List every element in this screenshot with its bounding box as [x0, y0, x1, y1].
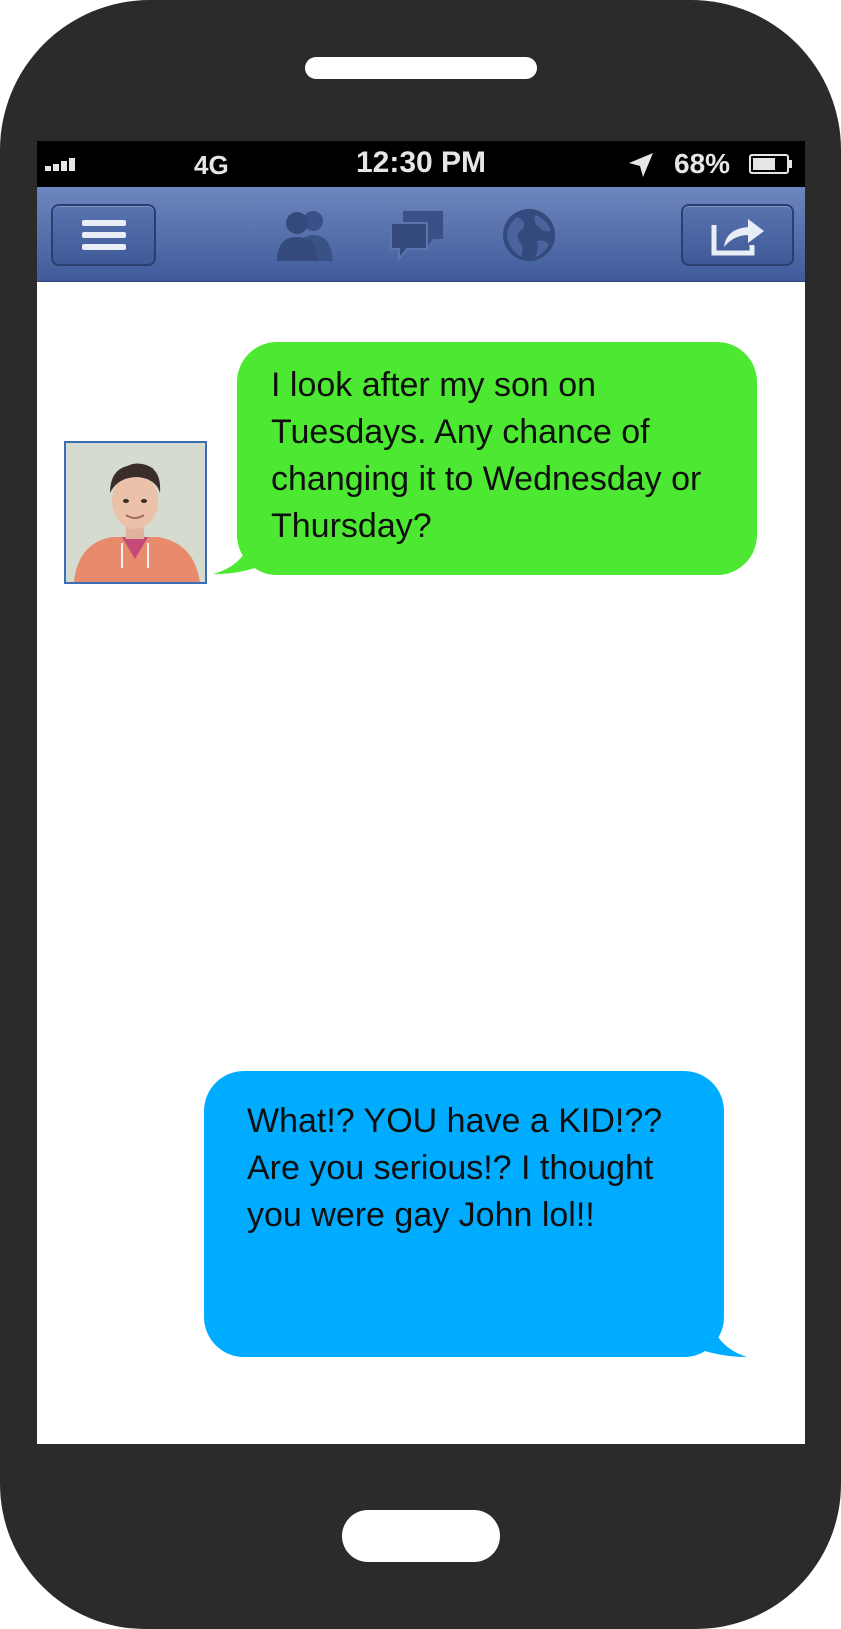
- phone-frame: 4G 12:30 PM 68% I look after my son on T…: [0, 0, 841, 1629]
- menu-icon: [81, 220, 126, 250]
- share-button[interactable]: [681, 204, 794, 266]
- home-button[interactable]: [342, 1510, 500, 1562]
- earpiece-speaker: [305, 57, 537, 79]
- person-photo: [66, 443, 205, 582]
- messages-icon[interactable]: [387, 207, 447, 263]
- share-icon: [711, 219, 764, 256]
- location-arrow-icon: [629, 153, 653, 177]
- battery-icon: [749, 154, 792, 174]
- outgoing-message-bubble[interactable]: What!? YOU have a KID!?? Are you serious…: [204, 1071, 724, 1357]
- contact-avatar[interactable]: [64, 441, 207, 584]
- phone-screen: 4G 12:30 PM 68% I look after my son on T…: [37, 141, 805, 1444]
- globe-icon[interactable]: [499, 207, 559, 263]
- nav-bar: [37, 187, 805, 282]
- incoming-message-text: I look after my son on Tuesdays. Any cha…: [271, 366, 702, 545]
- status-bar: 4G 12:30 PM 68%: [37, 141, 805, 187]
- outgoing-message-text: What!? YOU have a KID!?? Are you serious…: [247, 1102, 663, 1234]
- menu-button[interactable]: [51, 204, 156, 266]
- incoming-message-bubble[interactable]: I look after my son on Tuesdays. Any cha…: [237, 342, 757, 575]
- friends-icon[interactable]: [275, 207, 335, 263]
- battery-percentage: 68%: [674, 148, 731, 179]
